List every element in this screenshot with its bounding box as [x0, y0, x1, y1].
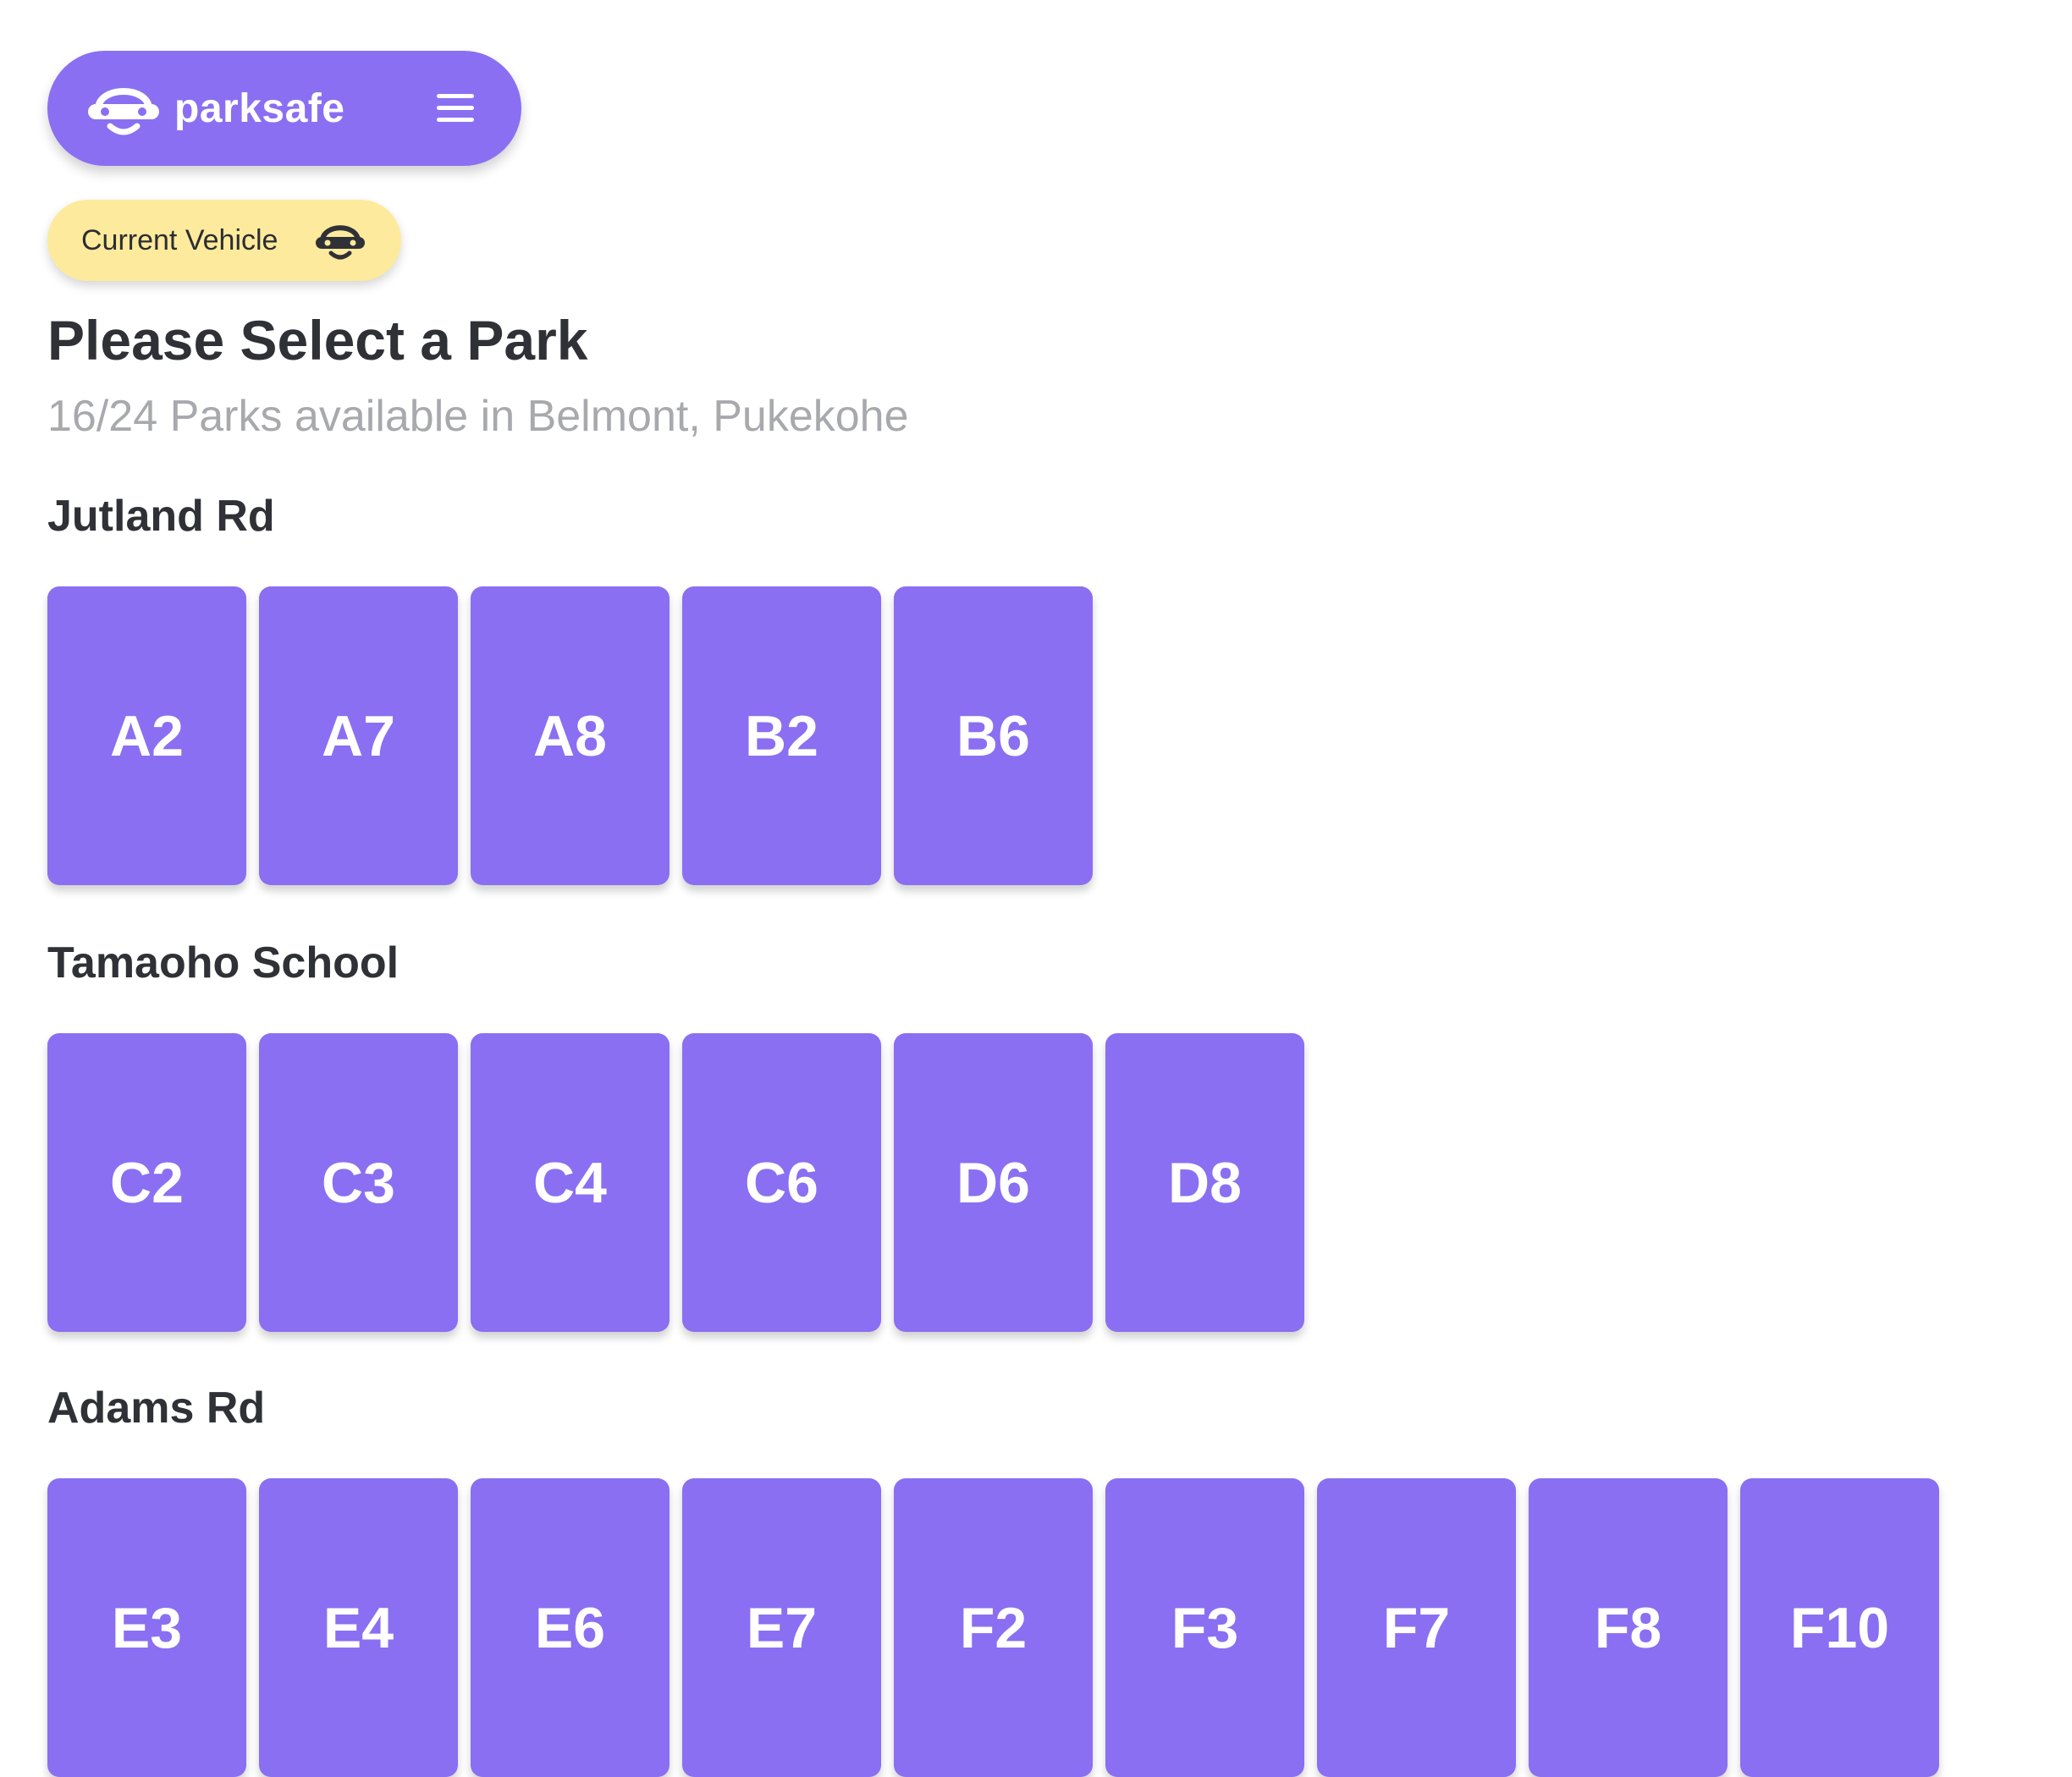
park-card[interactable]: D8: [1105, 1033, 1304, 1332]
brand-name: parksafe: [174, 85, 345, 131]
park-label: A7: [322, 703, 395, 768]
menu-button[interactable]: [430, 83, 481, 134]
car-face-icon: [88, 88, 159, 135]
park-card[interactable]: F7: [1317, 1478, 1516, 1777]
park-card[interactable]: C3: [259, 1033, 458, 1332]
section-title: Tamaoho School: [47, 938, 400, 988]
park-card[interactable]: F8: [1529, 1478, 1728, 1777]
park-row: E3 E4 E6 E7 F2 F3 F7 F8 F10: [47, 1478, 1939, 1777]
park-label: E6: [534, 1595, 606, 1660]
park-row: A2 A7 A8 B2 B6: [47, 586, 1093, 885]
park-card[interactable]: C2: [47, 1033, 246, 1332]
availability-summary: 16/24 Parks available in Belmont, Pukeko…: [47, 392, 909, 441]
park-card[interactable]: B6: [894, 586, 1093, 885]
section-title: Jutland Rd: [47, 492, 275, 541]
park-label: B2: [745, 703, 818, 768]
park-card[interactable]: E4: [259, 1478, 458, 1777]
current-vehicle-button[interactable]: Current Vehicle: [47, 200, 401, 281]
park-card[interactable]: E3: [47, 1478, 246, 1777]
park-row: C2 C3 C4 C6 D6 D8: [47, 1033, 1304, 1332]
park-label: F10: [1789, 1595, 1890, 1660]
park-card[interactable]: F2: [894, 1478, 1093, 1777]
park-card[interactable]: A8: [471, 586, 670, 885]
park-card[interactable]: E7: [682, 1478, 881, 1777]
app-header: parksafe: [47, 51, 521, 166]
park-label: B6: [956, 703, 1030, 768]
park-label: E4: [322, 1595, 394, 1660]
park-label: C6: [745, 1150, 818, 1215]
park-label: F7: [1382, 1595, 1451, 1660]
park-label: F3: [1171, 1595, 1239, 1660]
park-card[interactable]: C6: [682, 1033, 881, 1332]
park-label: D8: [1168, 1150, 1242, 1215]
park-card[interactable]: B2: [682, 586, 881, 885]
park-label: F2: [959, 1595, 1028, 1660]
park-label: E7: [746, 1595, 818, 1660]
park-label: A2: [110, 703, 184, 768]
park-label: C2: [110, 1150, 184, 1215]
car-face-icon: [316, 225, 365, 260]
section-title: Adams Rd: [47, 1384, 266, 1433]
park-label: A8: [533, 703, 607, 768]
hamburger-menu-icon: [437, 94, 474, 122]
park-card[interactable]: E6: [471, 1478, 670, 1777]
park-card[interactable]: D6: [894, 1033, 1093, 1332]
park-label: E3: [111, 1595, 183, 1660]
park-card[interactable]: A7: [259, 586, 458, 885]
park-card[interactable]: C4: [471, 1033, 670, 1332]
park-label: C3: [322, 1150, 395, 1215]
park-card[interactable]: F10: [1740, 1478, 1939, 1777]
park-label: F8: [1594, 1595, 1662, 1660]
park-label: D6: [956, 1150, 1030, 1215]
park-card[interactable]: A2: [47, 586, 246, 885]
page-title: Please Select a Park: [47, 309, 588, 371]
park-card[interactable]: F3: [1105, 1478, 1304, 1777]
park-label: C4: [533, 1150, 607, 1215]
current-vehicle-label: Current Vehicle: [81, 223, 278, 256]
